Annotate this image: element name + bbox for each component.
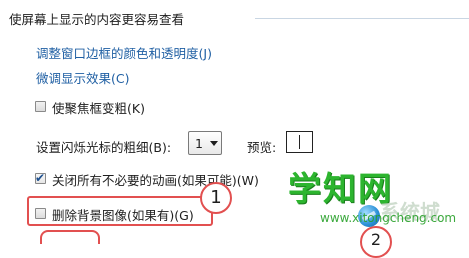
chevron-down-icon xyxy=(210,141,218,146)
section-heading: 使屏幕上显示的内容更容易查看 xyxy=(9,12,185,27)
disable-animations-checkbox[interactable]: ✔ xyxy=(35,171,46,185)
annotation-step-1: 1 xyxy=(200,182,232,214)
thicken-focus-checkbox[interactable] xyxy=(35,101,46,112)
cursor-caret-icon xyxy=(299,135,300,149)
cursor-thickness-label: 设置闪烁光标的粗细(B): xyxy=(36,140,172,155)
annotation-highlight-box xyxy=(27,196,213,226)
annotation-highlight-tab xyxy=(40,230,100,244)
preview-label: 预览: xyxy=(247,140,277,155)
watermark-title: 学知网 xyxy=(288,169,393,208)
annotation-step-2: 2 xyxy=(360,226,392,258)
adjust-window-border-link[interactable]: 调整窗口边框的颜色和透明度(J) xyxy=(36,43,212,62)
fine-tune-display-link[interactable]: 微调显示效果(C) xyxy=(36,68,129,87)
watermark-url: www.xitongcheng.com xyxy=(320,211,457,225)
disable-animations-label: 关闭所有不必要的动画(如果可能)(W) xyxy=(52,173,259,188)
cursor-thickness-value: 1 xyxy=(195,136,203,151)
thicken-focus-label: 使聚焦框变粗(K) xyxy=(52,101,145,116)
checkmark-icon: ✔ xyxy=(35,171,46,185)
cursor-thickness-select[interactable]: 1 xyxy=(188,131,222,155)
heading-divider xyxy=(255,18,469,19)
cursor-preview-box xyxy=(286,131,313,153)
